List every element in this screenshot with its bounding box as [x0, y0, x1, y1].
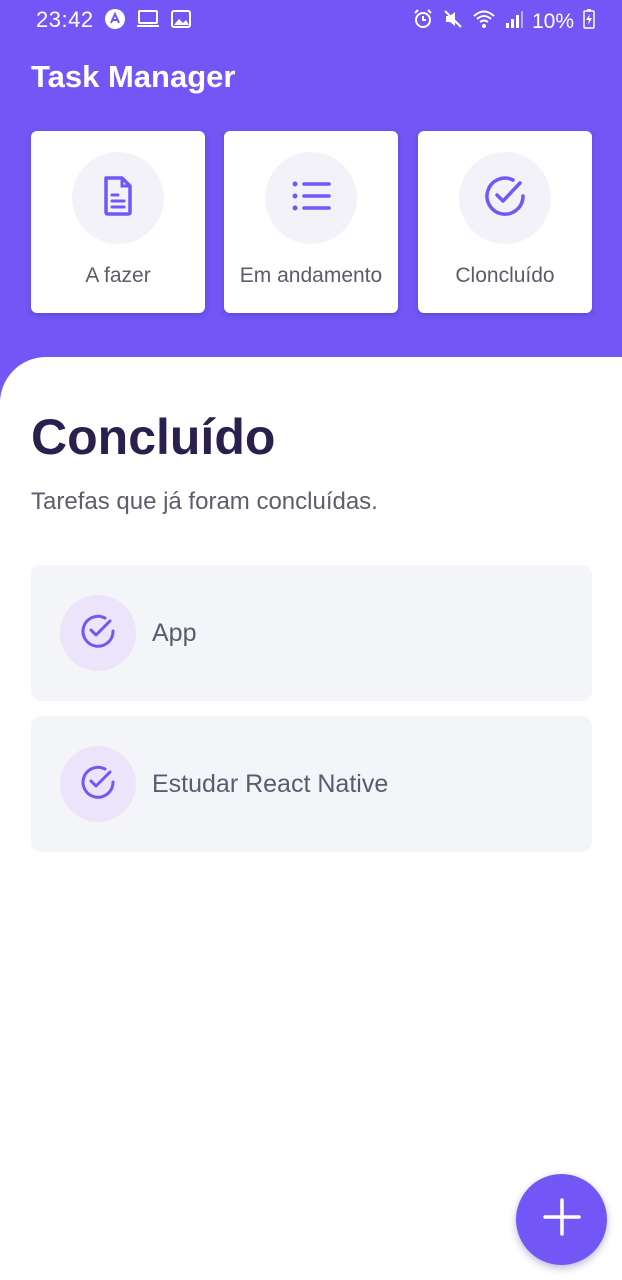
- app-notification-icon: [104, 8, 126, 35]
- section-subtitle: Tarefas que já foram concluídas.: [31, 488, 378, 515]
- task-item[interactable]: Estudar React Native: [31, 716, 592, 852]
- status-bar: 23:42 10%: [0, 0, 622, 40]
- check-circle-icon: [482, 173, 528, 224]
- task-item[interactable]: App: [31, 565, 592, 701]
- app-title: Task Manager: [31, 59, 236, 94]
- status-left-icons: [104, 8, 192, 35]
- category-card-done[interactable]: Cloncluído: [418, 131, 592, 313]
- task-icon-circle: [60, 595, 136, 671]
- status-time: 23:42: [36, 7, 94, 32]
- category-card-in-progress[interactable]: Em andamento: [224, 131, 398, 313]
- add-task-button[interactable]: [516, 1174, 607, 1265]
- category-label: Em andamento: [239, 264, 383, 287]
- header: 23:42 10% Task Manager A fazer Em andame…: [0, 0, 622, 400]
- check-circle-icon: [79, 763, 117, 806]
- category-icon-circle: [72, 152, 164, 244]
- battery-charging-icon: [582, 8, 596, 35]
- task-label: Estudar React Native: [152, 770, 389, 798]
- battery-percentage: 10%: [531, 9, 574, 33]
- wifi-icon: [472, 8, 496, 35]
- status-right-icons: 10%: [412, 8, 596, 35]
- category-label: A fazer: [85, 264, 151, 287]
- section-title: Concluído: [31, 409, 276, 465]
- category-label: Cloncluído: [455, 264, 555, 287]
- category-icon-circle: [459, 152, 551, 244]
- mute-icon: [442, 8, 464, 35]
- signal-icon: [504, 8, 524, 35]
- laptop-icon: [136, 8, 160, 35]
- task-icon-circle: [60, 746, 136, 822]
- alarm-icon: [412, 8, 434, 35]
- task-label: App: [152, 619, 197, 647]
- category-card-todo[interactable]: A fazer: [31, 131, 205, 313]
- category-icon-circle: [265, 152, 357, 244]
- check-circle-icon: [79, 612, 117, 655]
- document-icon: [98, 174, 138, 223]
- list-icon: [289, 176, 333, 221]
- plus-icon: [542, 1197, 582, 1242]
- image-icon: [170, 8, 192, 35]
